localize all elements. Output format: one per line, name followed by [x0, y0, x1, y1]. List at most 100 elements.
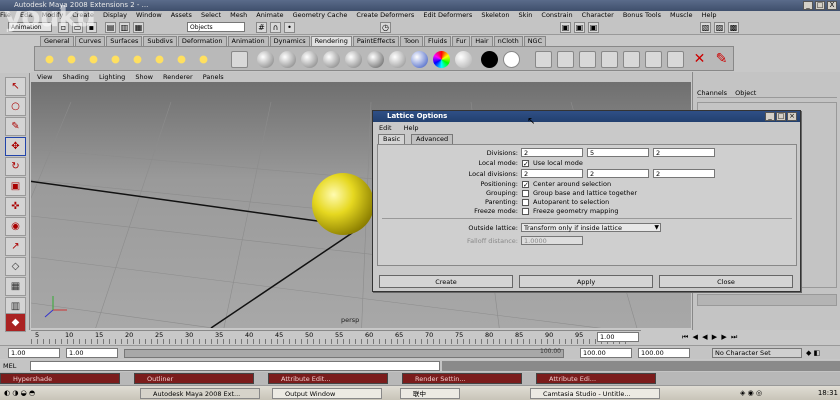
- menu-muscle[interactable]: Muscle: [670, 11, 693, 19]
- divisions-s-field[interactable]: 2: [521, 148, 583, 157]
- render-layer-icon[interactable]: [601, 51, 618, 68]
- history-icon[interactable]: ◷: [380, 22, 391, 33]
- minimized-attribute-editor-2[interactable]: Attribute Edi...: [536, 373, 656, 384]
- tab-general[interactable]: General: [40, 36, 74, 46]
- light-icon[interactable]: [41, 51, 58, 68]
- menu-skin[interactable]: Skin: [519, 11, 533, 19]
- panel-menu-renderer[interactable]: Renderer: [163, 73, 193, 81]
- dialog-close-button[interactable]: ×: [787, 112, 797, 121]
- task-chinese-window[interactable]: 联中: [400, 388, 460, 399]
- minimized-outliner[interactable]: Outliner: [134, 373, 254, 384]
- local-divisions-u-field[interactable]: 2: [653, 169, 715, 178]
- quick-launch-icons[interactable]: ◐ ◑ ◒ ◓: [4, 388, 64, 399]
- snap-curve-icon[interactable]: ∩: [270, 22, 281, 33]
- universal-manip-icon[interactable]: ✜: [5, 197, 26, 216]
- material-sphere-icon[interactable]: [279, 51, 296, 68]
- task-maya[interactable]: Autodesk Maya 2008 Ext...: [140, 388, 260, 399]
- panel-menu-lighting[interactable]: Lighting: [99, 73, 125, 81]
- panel-menu-shading[interactable]: Shading: [63, 73, 89, 81]
- light-icon[interactable]: [173, 51, 190, 68]
- brush-icon[interactable]: ✎: [713, 51, 730, 68]
- task-camtasia[interactable]: Camtasia Studio - Untitle...: [530, 388, 660, 399]
- create-button[interactable]: Create: [379, 275, 513, 288]
- tab-ncloth[interactable]: nCloth: [493, 36, 523, 46]
- local-divisions-t-field[interactable]: 2: [587, 169, 649, 178]
- attribute-editor-icon[interactable]: ▧: [700, 22, 711, 33]
- animation-end-field[interactable]: 100.00: [638, 348, 690, 358]
- time-slider[interactable]: 5 10 15 20 25 30 35 40 45 50 55 60 65 70…: [31, 330, 641, 344]
- divisions-t-field[interactable]: 5: [587, 148, 649, 157]
- close-dialog-button[interactable]: Close: [659, 275, 793, 288]
- outside-lattice-dropdown[interactable]: Transform only if inside lattice ▼: [521, 223, 661, 232]
- light-icon[interactable]: [151, 51, 168, 68]
- tab-deformation[interactable]: Deformation: [177, 36, 227, 46]
- render-layer-icon[interactable]: [623, 51, 640, 68]
- ipr-render-icon[interactable]: ▣: [574, 22, 585, 33]
- tab-fur[interactable]: Fur: [452, 36, 471, 46]
- render-settings-icon[interactable]: ▣: [588, 22, 599, 33]
- auto-key-icon[interactable]: ◆ ◧: [806, 348, 836, 358]
- soft-mod-icon[interactable]: ◉: [5, 217, 26, 236]
- material-sphere-icon[interactable]: [323, 51, 340, 68]
- move-tool-icon[interactable]: ✥: [5, 137, 26, 156]
- panel-menu-show[interactable]: Show: [135, 73, 153, 81]
- black-sphere-icon[interactable]: [481, 51, 498, 68]
- menu-create-deformers[interactable]: Create Deformers: [356, 11, 414, 19]
- render-layer-icon[interactable]: [557, 51, 574, 68]
- tab-fluids[interactable]: Fluids: [424, 36, 452, 46]
- animation-start-field[interactable]: 1.00: [8, 348, 60, 358]
- lasso-tool-icon[interactable]: ○: [5, 97, 26, 116]
- layout-single-icon[interactable]: ◇: [5, 257, 26, 276]
- minimize-button[interactable]: _: [803, 1, 813, 10]
- local-mode-checkbox[interactable]: ✓: [522, 160, 529, 168]
- render-layer-icon[interactable]: [579, 51, 596, 68]
- tab-dynamics[interactable]: Dynamics: [269, 36, 310, 46]
- render-layer-icon[interactable]: [645, 51, 662, 68]
- menu-bonus-tools[interactable]: Bonus Tools: [623, 11, 661, 19]
- material-sphere-icon[interactable]: [301, 51, 318, 68]
- menu-character[interactable]: Character: [582, 11, 614, 19]
- maximize-button[interactable]: □: [815, 1, 825, 10]
- grouping-checkbox[interactable]: [522, 190, 529, 197]
- task-output-window[interactable]: Output Window: [272, 388, 382, 399]
- menu-geometry-cache[interactable]: Geometry Cache: [293, 11, 348, 19]
- material-sphere-icon[interactable]: [455, 51, 472, 68]
- menu-mesh[interactable]: Mesh: [230, 11, 247, 19]
- ramp-sphere-icon[interactable]: [433, 51, 450, 68]
- scale-tool-icon[interactable]: ▣: [5, 177, 26, 196]
- tab-hair[interactable]: Hair: [471, 36, 493, 46]
- playback-end-field[interactable]: 100.00: [580, 348, 632, 358]
- menu-animate[interactable]: Animate: [256, 11, 283, 19]
- tab-painteffects[interactable]: PaintEffects: [352, 36, 400, 46]
- positioning-checkbox[interactable]: ✓: [522, 181, 529, 189]
- menu-edit-deformers[interactable]: Edit Deformers: [423, 11, 472, 19]
- panel-menu-panels[interactable]: Panels: [203, 73, 224, 81]
- dialog-maximize-button[interactable]: □: [776, 112, 786, 121]
- tab-surfaces[interactable]: Surfaces: [106, 36, 143, 46]
- snap-grid-icon[interactable]: #: [256, 22, 267, 33]
- tab-toon[interactable]: Toon: [400, 36, 424, 46]
- material-sphere-icon[interactable]: [257, 51, 274, 68]
- light-icon[interactable]: [63, 51, 80, 68]
- current-frame-field[interactable]: 1.00: [597, 332, 639, 342]
- minimized-hypershade[interactable]: Hypershade: [0, 373, 120, 384]
- yellow-sphere[interactable]: [312, 173, 374, 235]
- render-layer-icon[interactable]: [667, 51, 684, 68]
- light-icon[interactable]: [129, 51, 146, 68]
- delete-icon[interactable]: ✕: [691, 51, 708, 68]
- close-button[interactable]: X: [827, 1, 837, 10]
- playback-controls[interactable]: ⏮ ◀ ◀ ▶ ▶ ⏭: [682, 332, 792, 342]
- tab-curves[interactable]: Curves: [74, 36, 106, 46]
- mel-command-input[interactable]: [30, 361, 440, 371]
- render-layer-icon[interactable]: [535, 51, 552, 68]
- tab-basic[interactable]: Basic: [378, 134, 406, 144]
- tab-ngc[interactable]: NGC: [523, 36, 547, 46]
- local-divisions-s-field[interactable]: 2: [521, 169, 583, 178]
- minimized-attribute-editor[interactable]: Attribute Edit...: [268, 373, 388, 384]
- tool-settings-icon[interactable]: ▨: [714, 22, 725, 33]
- minimized-render-settings[interactable]: Render Settin...: [402, 373, 522, 384]
- falloff-distance-field[interactable]: 1.0000: [521, 236, 583, 245]
- menu-select[interactable]: Select: [201, 11, 221, 19]
- layout-four-icon[interactable]: ▦: [5, 277, 26, 296]
- menu-skeleton[interactable]: Skeleton: [481, 11, 509, 19]
